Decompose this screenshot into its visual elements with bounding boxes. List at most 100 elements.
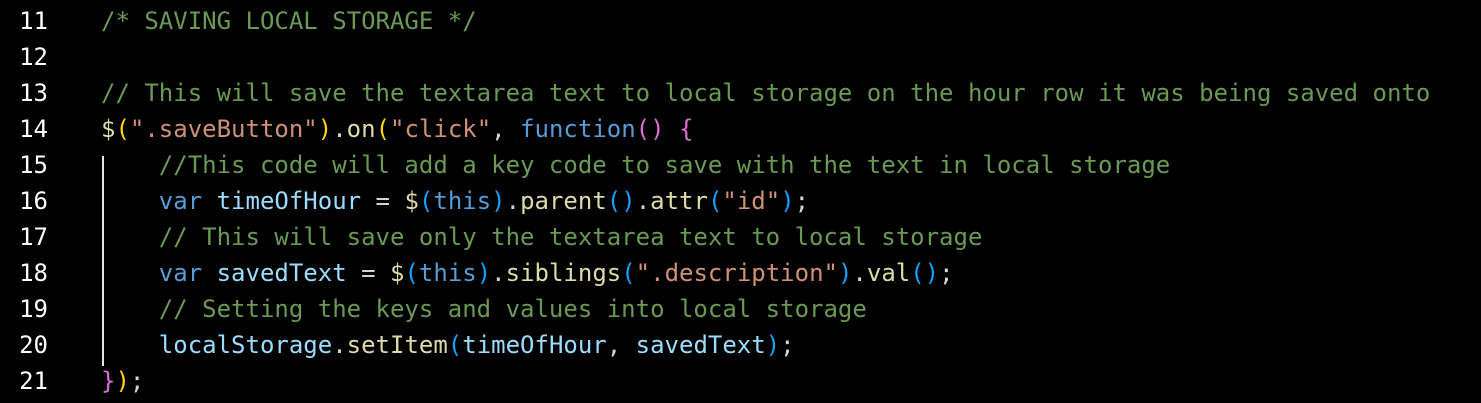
code-line[interactable]: 15 //This code will add a key code to sa…: [0, 147, 1481, 183]
code-token: ): [476, 259, 492, 287]
code-token: .: [852, 259, 867, 287]
code-token: setItem: [346, 331, 448, 359]
code-token: timeOfHour: [216, 187, 362, 215]
code-token: (: [375, 115, 391, 143]
code-token: ;: [939, 259, 954, 287]
line-number: 20: [19, 331, 48, 359]
code-token: $: [390, 259, 405, 287]
code-token: savedText: [635, 331, 766, 359]
code-line[interactable]: 21});: [0, 363, 1481, 399]
code-line[interactable]: 11 /* SAVING LOCAL STORAGE */: [0, 3, 1481, 39]
code-token: {: [679, 115, 694, 143]
code-line[interactable]: 14 $(".saveButton").on("click", function(…: [0, 111, 1481, 147]
code-token: "click": [390, 115, 492, 143]
code-token: (): [635, 115, 665, 143]
code-token: .: [332, 331, 347, 359]
code-token: ): [780, 187, 795, 215]
code-token: (: [621, 259, 636, 287]
code-token: .: [332, 115, 347, 143]
code-token: function: [520, 115, 636, 143]
code-token: ".description": [635, 259, 838, 287]
code-token: attr: [650, 187, 708, 215]
code-editor[interactable]: 11 /* SAVING LOCAL STORAGE */ 12 13 // This …: [0, 3, 1481, 399]
line-number: 17: [19, 223, 48, 251]
line-number: 19: [19, 295, 48, 323]
code-token: (: [447, 331, 463, 359]
line-number: 21: [19, 367, 48, 395]
code-line[interactable]: 16 var timeOfHour = $(this).parent().att…: [0, 183, 1481, 219]
code-line[interactable]: 19 // Setting the keys and values into l…: [0, 291, 1481, 327]
code-token: $: [101, 115, 116, 143]
code-token: ): [317, 115, 333, 143]
code-token: (: [707, 187, 723, 215]
code-token: ;: [794, 187, 810, 215]
line-number: 11: [19, 7, 48, 35]
code-token: ;: [129, 367, 145, 395]
code-token: }: [101, 367, 116, 395]
code-token: siblings: [505, 259, 622, 287]
code-token: ,: [491, 115, 521, 143]
line-code[interactable]: });: [101, 363, 144, 399]
line-number: 13: [19, 79, 48, 107]
line-code[interactable]: $(".saveButton").on("click", function() …: [101, 111, 693, 147]
code-token: (: [115, 115, 130, 143]
code-token: on: [346, 115, 376, 143]
line-number: 12: [19, 43, 48, 71]
code-token: =: [346, 259, 391, 287]
code-token: localStorage: [158, 331, 333, 359]
code-token: (: [418, 187, 434, 215]
code-line[interactable]: 12: [0, 39, 1481, 75]
code-token: .: [505, 187, 521, 215]
line-number: 15: [19, 151, 48, 179]
code-token: ): [765, 331, 781, 359]
code-line[interactable]: 20 localStorage.setItem(timeOfHour, save…: [0, 327, 1481, 363]
line-number: 18: [19, 259, 48, 287]
code-token: =: [361, 187, 405, 215]
line-code[interactable]: // This will save the textarea text to l…: [101, 75, 1430, 111]
code-token: // This will save only the textarea text…: [158, 223, 983, 251]
code-token: ,: [606, 331, 636, 359]
code-token: parent: [520, 187, 607, 215]
code-token: /* SAVING LOCAL STORAGE */: [101, 7, 477, 35]
code-token: ): [837, 259, 853, 287]
line-code[interactable]: /* SAVING LOCAL STORAGE */: [101, 3, 477, 39]
line-number: 16: [19, 187, 48, 215]
code-token: (): [606, 187, 636, 215]
code-token: "id": [722, 187, 781, 215]
line-code[interactable]: var timeOfHour = $(this).parent().attr("…: [101, 183, 809, 219]
code-line[interactable]: 17 // This will save only the textarea t…: [0, 219, 1481, 255]
code-token: // Setting the keys and values into loca…: [158, 295, 867, 323]
code-line[interactable]: 13 // This will save the textarea text to…: [0, 75, 1481, 111]
code-token: .: [635, 187, 651, 215]
code-token: ;: [780, 331, 795, 359]
code-token: var: [158, 259, 203, 287]
line-code[interactable]: localStorage.setItem(timeOfHour, savedTe…: [101, 327, 795, 363]
line-number: 14: [19, 115, 48, 143]
line-code[interactable]: //This code will add a key code to save …: [101, 147, 1170, 183]
code-token: this: [433, 187, 492, 215]
code-line[interactable]: 18 var savedText = $(this).siblings(".de…: [0, 255, 1481, 291]
code-token: savedText: [216, 259, 347, 287]
code-token: ): [491, 187, 506, 215]
code-token: //This code will add a key code to save …: [158, 151, 1171, 179]
code-token: this: [418, 259, 477, 287]
code-token: ): [115, 367, 130, 395]
code-token: // This will save the textarea text to l…: [101, 79, 1431, 107]
code-token: (): [910, 259, 940, 287]
code-token: ".saveButton": [129, 115, 318, 143]
code-token: $: [404, 187, 419, 215]
line-code[interactable]: // Setting the keys and values into loca…: [101, 291, 867, 327]
code-token: .: [491, 259, 506, 287]
line-code[interactable]: var savedText = $(this).siblings(".descr…: [101, 255, 954, 291]
code-token: (: [404, 259, 419, 287]
line-code[interactable]: // This will save only the textarea text…: [101, 219, 983, 255]
